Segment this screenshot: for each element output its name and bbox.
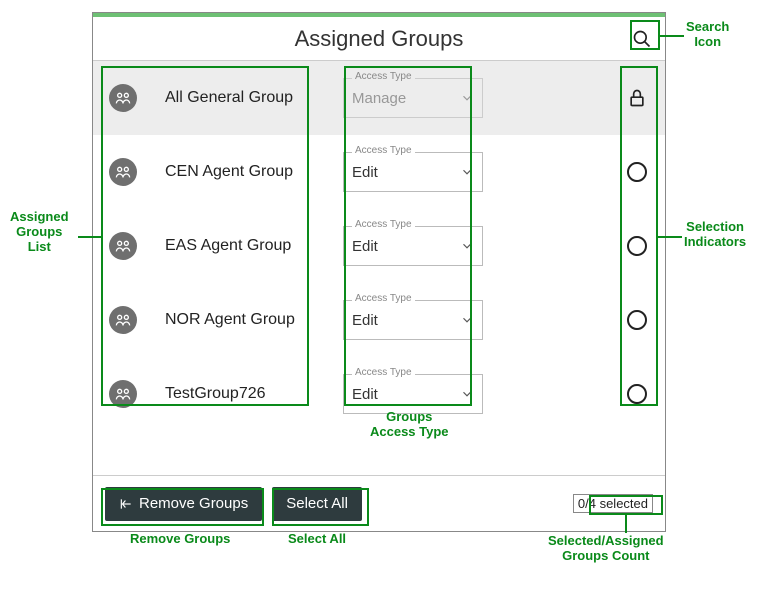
group-name: NOR Agent Group — [165, 311, 335, 329]
selected-count: 0/4 selected — [573, 494, 653, 513]
list-item: EAS Agent GroupAccess TypeEdit — [93, 209, 665, 283]
access-type-label: Access Type — [352, 293, 415, 304]
access-type-select[interactable]: Access TypeEdit — [343, 374, 483, 414]
access-type-label: Access Type — [352, 219, 415, 230]
group-icon — [109, 158, 137, 186]
access-type-cell: Access TypeEdit — [343, 300, 483, 340]
list-item: NOR Agent GroupAccess TypeEdit — [93, 283, 665, 357]
remove-groups-button[interactable]: Remove Groups — [105, 487, 262, 521]
access-type-cell: Access TypeManage — [343, 78, 483, 118]
access-type-cell: Access TypeEdit — [343, 226, 483, 266]
select-all-label: Select All — [286, 495, 348, 512]
panel-footer: Remove Groups Select All 0/4 selected — [93, 475, 665, 531]
group-icon — [109, 306, 137, 334]
access-type-label: Access Type — [352, 145, 415, 156]
assigned-groups-panel: Assigned Groups All General Group Access … — [92, 12, 666, 532]
lock-icon — [625, 86, 649, 110]
access-type-cell: Access TypeEdit — [343, 374, 483, 414]
access-type-value: Edit — [352, 164, 378, 181]
list-item: CEN Agent GroupAccess TypeEdit — [93, 135, 665, 209]
group-icon — [109, 232, 137, 260]
selection-indicator[interactable] — [625, 308, 649, 332]
selection-indicator[interactable] — [625, 234, 649, 258]
group-name: TestGroup726 — [165, 385, 335, 403]
assigned-groups-list: All General GroupAccess TypeManageCEN Ag… — [93, 61, 665, 431]
access-type-cell: Access TypeEdit — [343, 152, 483, 192]
list-item: All General GroupAccess TypeManage — [93, 61, 665, 135]
access-type-select[interactable]: Access TypeEdit — [343, 152, 483, 192]
access-type-value: Edit — [352, 386, 378, 403]
access-type-value: Edit — [352, 238, 378, 255]
chevron-down-icon — [460, 239, 474, 253]
group-icon — [109, 380, 137, 408]
access-type-value: Manage — [352, 90, 406, 107]
chevron-down-icon — [460, 165, 474, 179]
access-type-value: Edit — [352, 312, 378, 329]
group-icon — [109, 84, 137, 112]
selection-indicator[interactable] — [625, 160, 649, 184]
chevron-down-icon — [460, 387, 474, 401]
group-name: CEN Agent Group — [165, 163, 335, 181]
access-type-select: Access TypeManage — [343, 78, 483, 118]
list-item: TestGroup726Access TypeEdit — [93, 357, 665, 431]
group-name: All General Group — [165, 89, 335, 107]
search-icon — [632, 29, 652, 49]
access-type-select[interactable]: Access TypeEdit — [343, 226, 483, 266]
access-type-label: Access Type — [352, 367, 415, 378]
selection-indicator[interactable] — [625, 382, 649, 406]
select-all-button[interactable]: Select All — [272, 487, 362, 521]
remove-arrow-icon — [119, 497, 133, 511]
page-title: Assigned Groups — [295, 26, 464, 52]
panel-header: Assigned Groups — [93, 17, 665, 61]
chevron-down-icon — [460, 313, 474, 327]
access-type-select[interactable]: Access TypeEdit — [343, 300, 483, 340]
remove-groups-label: Remove Groups — [139, 495, 248, 512]
chevron-down-icon — [460, 91, 474, 105]
access-type-label: Access Type — [352, 71, 415, 82]
search-button[interactable] — [629, 26, 655, 52]
group-name: EAS Agent Group — [165, 237, 335, 255]
